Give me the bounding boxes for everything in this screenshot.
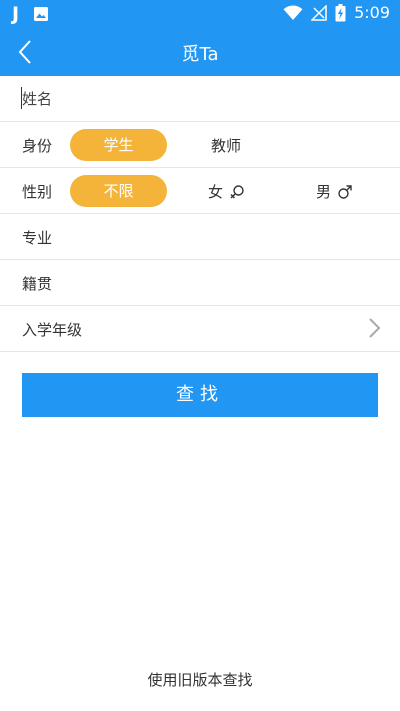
status-time: 5:09 [354,3,390,22]
battery-charging-icon [335,3,346,21]
female-icon [230,184,244,198]
name-row [0,76,400,122]
status-right-icons: 5:09 [283,3,390,22]
gender-option-male[interactable]: 男 [316,181,353,202]
hometown-label: 籍贯 [22,275,53,293]
wifi-icon [283,4,303,20]
app-bar: 觅Ta [0,28,400,76]
search-button[interactable]: 查找 [22,373,378,417]
name-input[interactable] [22,84,382,114]
identity-option-teacher-label: 教师 [211,137,242,155]
gender-row: 性别 不限 女 男 [0,168,400,214]
status-left-icons: J [12,4,49,24]
identity-option-teacher[interactable]: 教师 [211,135,241,156]
male-icon [338,184,352,199]
gender-option-any[interactable]: 不限 [70,175,167,207]
identity-row: 身份 学生 教师 [0,122,400,168]
identity-label: 身份 [22,137,53,155]
gender-option-female-label: 女 [208,183,224,201]
image-icon [34,7,49,21]
gender-option-female[interactable]: 女 [208,181,245,202]
old-version-search-link[interactable]: 使用旧版本查找 [0,669,400,690]
status-bar: J 5:09 [0,0,400,28]
j-app-icon: J [12,3,20,25]
chevron-right-icon[interactable] [366,317,382,339]
major-row[interactable]: 专业 [0,214,400,260]
major-label: 专业 [22,229,53,247]
enrollment-year-label: 入学年级 [22,321,83,339]
gender-label: 性别 [22,183,53,201]
page-title: 觅Ta [181,44,219,65]
enrollment-year-row[interactable]: 入学年级 [0,306,400,352]
gender-option-male-label: 男 [316,183,332,201]
identity-option-student[interactable]: 学生 [70,129,167,161]
signal-icon [311,4,327,21]
hometown-row[interactable]: 籍贯 [0,260,400,306]
